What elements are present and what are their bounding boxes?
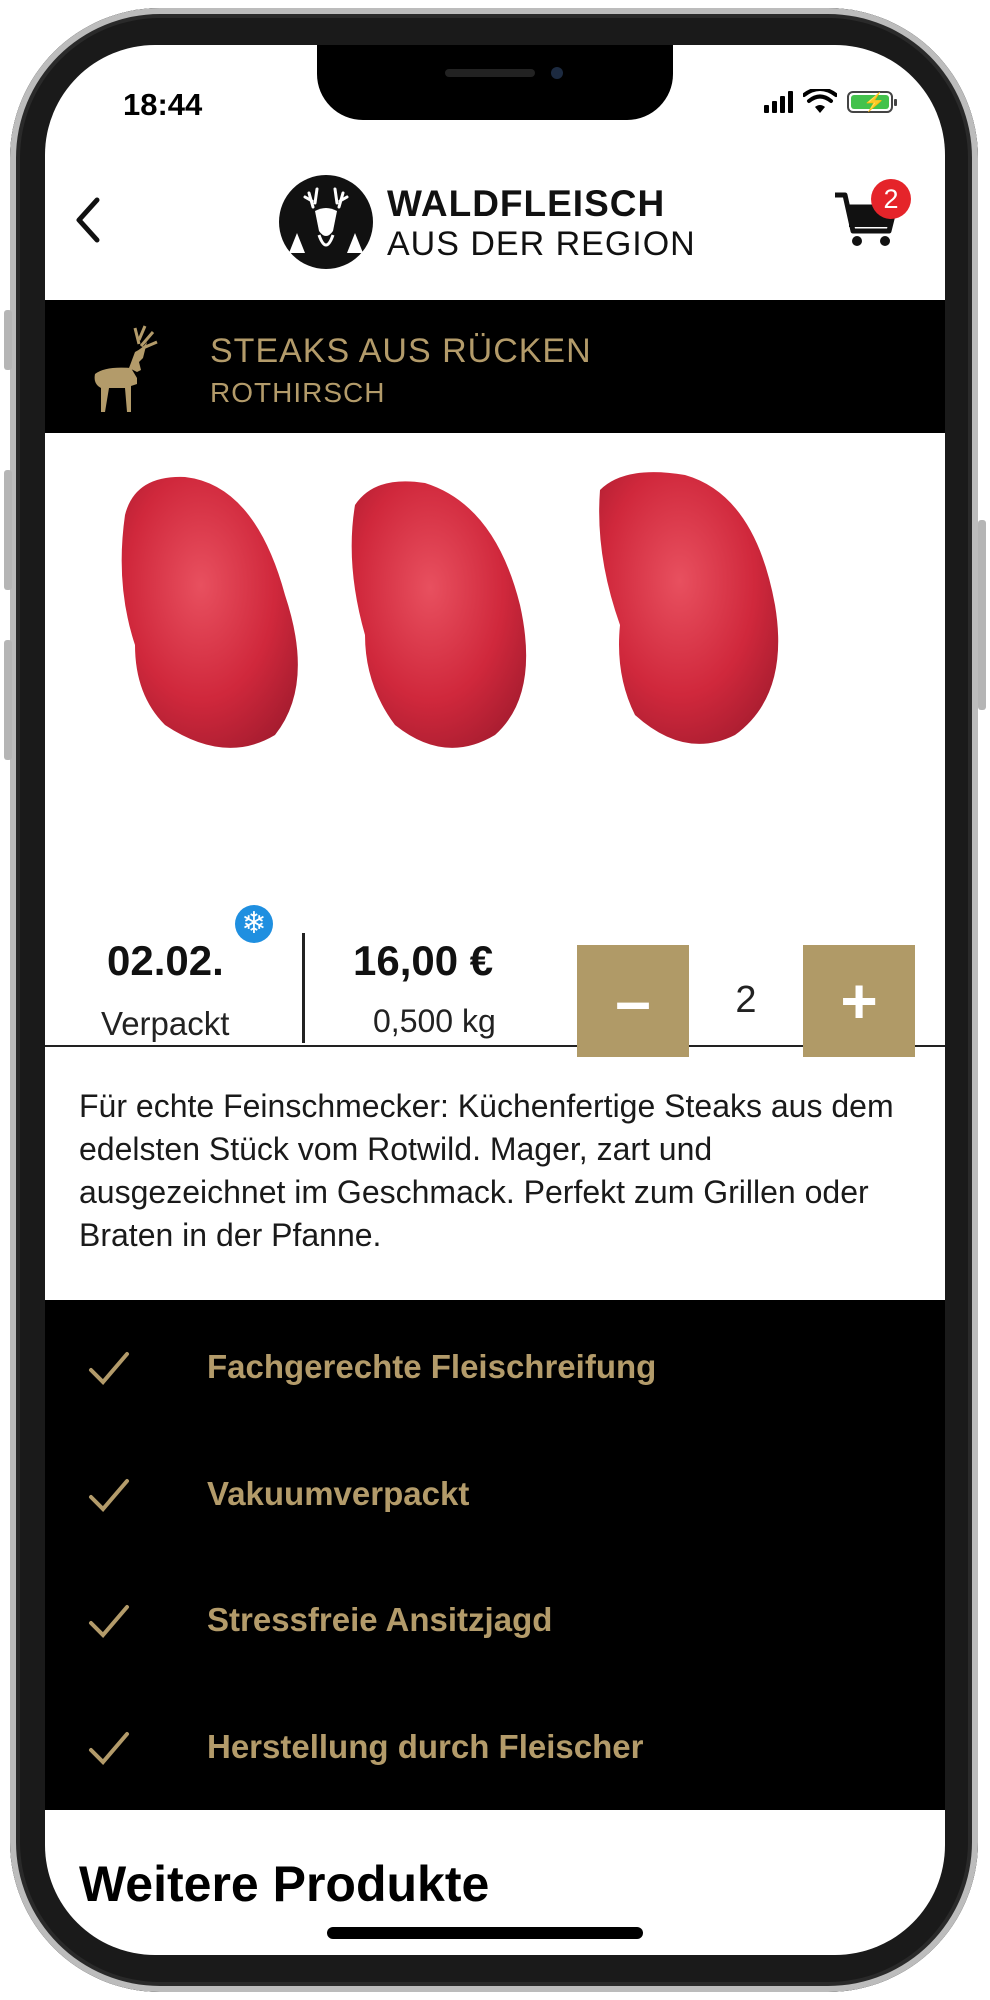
home-indicator[interactable] bbox=[327, 1927, 643, 1939]
feature-item: Vakuumverpackt bbox=[45, 1457, 945, 1537]
side-button-volume-down bbox=[4, 640, 12, 760]
feature-item: Stressfreie Ansitzjagd bbox=[45, 1583, 945, 1663]
category-bar: STEAKS AUS RÜCKEN ROTHIRSCH bbox=[45, 300, 945, 433]
product-image bbox=[45, 435, 945, 875]
check-icon bbox=[89, 1605, 129, 1638]
more-products-title: Weitere Produkte bbox=[79, 1856, 490, 1912]
check-icon bbox=[89, 1732, 129, 1765]
signal-icon bbox=[764, 91, 793, 113]
snowflake-icon: ❄ bbox=[235, 905, 273, 943]
decrease-quantity-button[interactable]: – bbox=[577, 945, 689, 1057]
category-title: STEAKS AUS RÜCKEN bbox=[210, 332, 592, 370]
speaker bbox=[445, 69, 535, 77]
logo-icon bbox=[279, 175, 373, 269]
stag-icon bbox=[94, 325, 158, 412]
feature-label: Herstellung durch Fleischer bbox=[207, 1728, 644, 1765]
feature-label: Fachgerechte Fleischreifung bbox=[207, 1348, 657, 1385]
category-subtitle: ROTHIRSCH bbox=[210, 377, 386, 408]
logo-subtitle: AUS DER REGION bbox=[387, 225, 696, 263]
increase-quantity-button[interactable]: + bbox=[803, 945, 915, 1057]
weight: 0,500 kg bbox=[373, 1003, 496, 1039]
side-button-volume-up bbox=[4, 470, 12, 590]
price: 16,00 € bbox=[353, 937, 494, 984]
divider bbox=[302, 933, 305, 1043]
pack-date: 02.02. bbox=[107, 937, 224, 984]
app-header: WALDFLEISCH AUS DER REGION 2 bbox=[45, 155, 945, 285]
feature-label: Vakuumverpackt bbox=[207, 1475, 470, 1512]
check-icon bbox=[89, 1352, 129, 1385]
side-button-power bbox=[978, 520, 986, 710]
wifi-icon bbox=[803, 89, 837, 113]
side-button-mute bbox=[4, 310, 12, 370]
feature-item: Herstellung durch Fleischer bbox=[45, 1710, 945, 1790]
logo-title: WALDFLEISCH bbox=[387, 183, 666, 224]
app-screen: 18:44 ⚡ WALDFLEISCH AUS DER REGION 2 STE… bbox=[45, 45, 945, 1955]
back-button[interactable] bbox=[69, 190, 109, 250]
feature-label: Stressfreie Ansitzjagd bbox=[207, 1601, 553, 1638]
feature-item: Fachgerechte Fleischreifung bbox=[45, 1330, 945, 1410]
pack-date-label: Verpackt bbox=[101, 1005, 230, 1042]
product-info-row: 02.02. ❄ Verpackt 16,00 € 0,500 kg – 2 + bbox=[45, 885, 945, 1057]
status-icons: ⚡ bbox=[764, 87, 897, 117]
camera bbox=[551, 67, 563, 79]
cart-count-badge: 2 bbox=[871, 179, 911, 219]
product-description: Für echte Feinschmecker: Küchenfertige S… bbox=[79, 1088, 894, 1253]
battery-icon: ⚡ bbox=[847, 91, 897, 113]
check-icon bbox=[89, 1479, 129, 1512]
notch bbox=[317, 45, 673, 120]
status-time: 18:44 bbox=[123, 87, 203, 122]
quantity-value: 2 bbox=[735, 979, 757, 1021]
feature-list: Fachgerechte Fleischreifung Vakuumverpac… bbox=[45, 1300, 945, 1810]
